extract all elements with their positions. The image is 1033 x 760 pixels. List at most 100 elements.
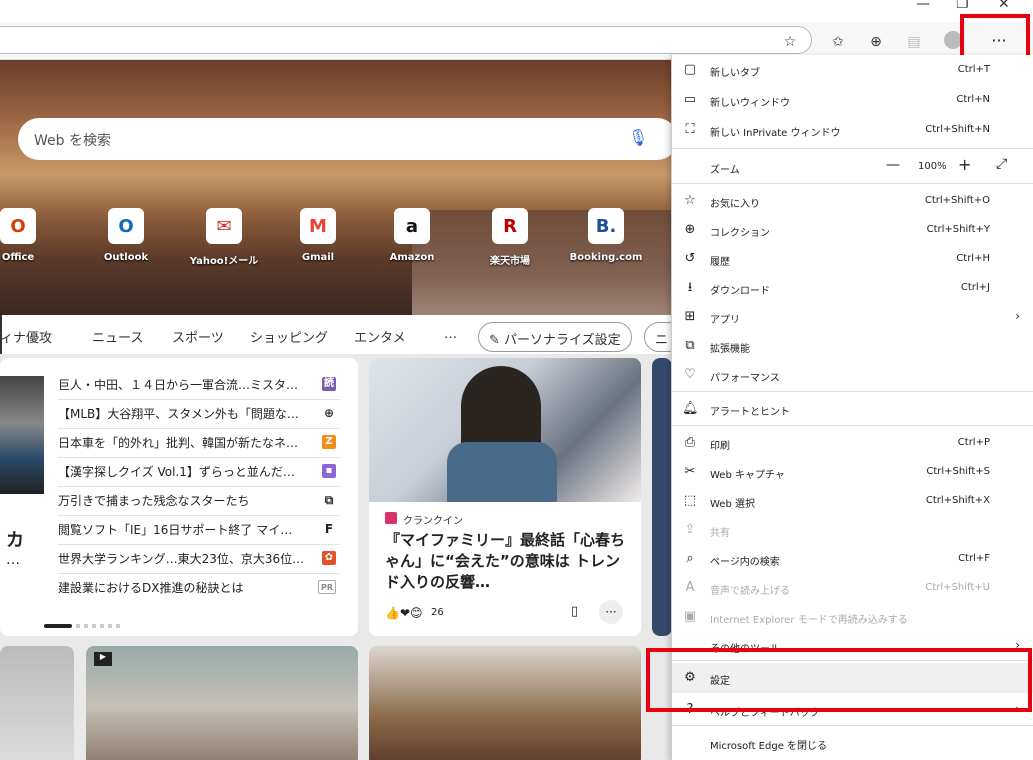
menu-read-aloud[interactable]: A 音声で読み上げる Ctrl+Shift+U <box>672 573 1033 603</box>
tile-logo-icon: O <box>0 208 36 244</box>
menu-web-select[interactable]: ⬚ Web 選択 Ctrl+Shift+X <box>672 486 1033 516</box>
tile-logo-icon: B. <box>588 208 624 244</box>
news-source-icon: Z <box>322 435 336 449</box>
minimize-icon[interactable]: — <box>916 0 930 12</box>
feature-image-shirt <box>447 442 557 502</box>
bottom-card-1[interactable] <box>0 646 74 760</box>
menu-zoom: ズーム — 100% + ⤢ <box>672 152 1033 182</box>
carousel-dots[interactable] <box>76 624 120 628</box>
news-thumbnail[interactable] <box>0 376 44 494</box>
menu-history[interactable]: ↺ 履歴 Ctrl+H <box>672 244 1033 274</box>
news-separator <box>58 573 340 574</box>
quick-link-tile[interactable]: ✉ Yahoo!メール <box>184 208 264 267</box>
bottom-card-fantasy[interactable] <box>369 646 641 760</box>
news-separator <box>58 515 340 516</box>
quick-link-tile[interactable]: R 楽天市場 <box>470 208 550 267</box>
menu-label: ダウンロード <box>710 286 770 297</box>
menu-collections[interactable]: ⊕ コレクション Ctrl+Shift+Y <box>672 215 1033 245</box>
menu-new-tab[interactable]: ▢ 新しいタブ Ctrl+T <box>672 55 1033 85</box>
window-icon: ▭ <box>683 92 697 107</box>
menu-label: 新しいタブ <box>710 68 760 79</box>
menu-find[interactable]: ⌕ ページ内の検索 Ctrl+F <box>672 544 1033 574</box>
collections-icon[interactable]: ⊕ <box>866 32 886 52</box>
news-headline[interactable]: 【MLB】大谷翔平、スタメン外も「問題な… <box>58 405 299 422</box>
news-headline[interactable]: 万引きで捕まった残念なスターたち <box>58 492 250 509</box>
add-favorite-icon[interactable]: ☆ <box>780 32 800 52</box>
search-placeholder: Web を検索 <box>34 133 111 149</box>
menu-ie-mode[interactable]: ▣ Internet Explorer モードで再読み込みする <box>672 602 1033 632</box>
news-separator <box>58 428 340 429</box>
feature-card[interactable]: クランクイン 『マイファミリー』最終話「心春ちゃん」に“会えた”の意味は トレン… <box>369 358 641 636</box>
pencil-icon: ✎ <box>489 333 505 348</box>
close-window-icon[interactable]: ✕ <box>998 0 1010 12</box>
tile-label: Amazon <box>389 252 435 263</box>
news-separator <box>58 544 340 545</box>
menu-apps[interactable]: ⊞ アプリ › <box>672 302 1033 332</box>
feature-image <box>369 358 641 502</box>
menu-share[interactable]: ⇪ 共有 <box>672 515 1033 545</box>
microphone-icon[interactable]: 🎙 <box>628 128 648 147</box>
tile-logo-icon: M <box>300 208 336 244</box>
news-headline[interactable]: 建設業におけるDX推進の秘訣とは <box>58 579 243 596</box>
personalize-button[interactable]: ✎ パーソナライズ設定 <box>478 322 632 352</box>
favorites-icon[interactable]: ✩ <box>828 32 848 52</box>
news-headline[interactable]: 巨人・中田、１４日から一軍合流…ミスタ… <box>58 376 298 393</box>
quick-link-tile[interactable]: O Office <box>0 208 58 263</box>
menu-print[interactable]: ⎙ 印刷 Ctrl+P <box>672 428 1033 458</box>
download-icon: ⭳ <box>687 280 693 295</box>
menu-shortcut: Ctrl+Shift+X <box>925 495 990 506</box>
menu-alerts[interactable]: 🔔︎ アラートとヒント <box>672 394 1033 424</box>
apps-icon: ⊞ <box>684 309 696 324</box>
menu-label: 共有 <box>710 528 730 539</box>
menu-downloads[interactable]: ⭳ ダウンロード Ctrl+J <box>672 273 1033 303</box>
nav-item-sports[interactable]: スポーツ <box>172 327 224 346</box>
menu-shortcut: Ctrl+F <box>958 553 990 564</box>
bookmark-icon[interactable]: ▯ <box>571 604 578 619</box>
menu-label: 新しい InPrivate ウィンドウ <box>710 128 841 139</box>
menu-extensions[interactable]: ⧉ 拡張機能 <box>672 331 1033 361</box>
menu-performance[interactable]: ♡ パフォーマンス <box>672 360 1033 390</box>
menu-new-window[interactable]: ▭ 新しいウィンドウ Ctrl+N <box>672 85 1033 115</box>
quick-link-tile[interactable]: B. Booking.com <box>566 208 646 263</box>
quick-link-tile[interactable]: M Gmail <box>278 208 358 263</box>
menu-close-edge[interactable]: Microsoft Edge を閉じる <box>672 728 1033 758</box>
menu-new-inprivate[interactable]: ⛶ 新しい InPrivate ウィンドウ Ctrl+Shift+N <box>672 115 1033 145</box>
nav-item-news[interactable]: ニュース <box>92 327 143 346</box>
menu-label: Web キャプチャ <box>710 470 785 481</box>
news-source-icon: ⊕ <box>323 406 335 420</box>
menu-separator <box>672 391 1033 392</box>
news-headline[interactable]: 閲覧ソフト「IE」16日サポート終了 マイ… <box>58 521 292 538</box>
extension-icon[interactable]: ▤ <box>904 32 924 52</box>
share-icon: ⇪ <box>684 522 696 537</box>
menu-label: Web 選択 <box>710 499 755 510</box>
news-headline[interactable]: 日本車を「的外れ」批判、韓国が新たなネ… <box>58 434 298 451</box>
news-separator <box>58 457 340 458</box>
carousel-dot-active[interactable] <box>44 624 72 628</box>
news-headline[interactable]: 【漢字探しクイズ Vol.1】ずらっと並んだ… <box>58 463 295 480</box>
fullscreen-icon[interactable]: ⤢ <box>996 156 1007 172</box>
reaction-icons[interactable]: 👍❤😊 <box>385 606 423 620</box>
menu-separator <box>672 725 1033 726</box>
tile-label: Office <box>1 252 35 263</box>
menu-web-capture[interactable]: ✂ Web キャプチャ Ctrl+Shift+S <box>672 457 1033 487</box>
history-icon: ↺ <box>684 251 696 266</box>
nav-item-shopping[interactable]: ショッピング <box>250 327 328 346</box>
quick-link-tile[interactable]: a Amazon <box>372 208 452 263</box>
restore-icon[interactable]: ❐ <box>956 0 969 12</box>
news-headline[interactable]: 世界大学ランキング…東大23位、京大36位… <box>58 550 304 567</box>
bottom-card-restaurant[interactable]: ▶ <box>86 646 358 760</box>
web-search-box[interactable]: Web を検索 🎙 <box>18 118 672 160</box>
feature-title[interactable]: 『マイファミリー』最終話「心春ちゃん」に“会えた”の意味は トレンド入りの反響… <box>385 530 629 596</box>
quick-link-tile[interactable]: O Outlook <box>86 208 166 263</box>
news-source-icon: ⧉ <box>324 493 334 507</box>
nav-item-entertainment[interactable]: エンタメ <box>354 327 406 346</box>
zoom-out-button[interactable]: — <box>886 157 900 173</box>
find-icon: ⌕ <box>686 551 694 566</box>
nav-item[interactable]: ィナ優攻 <box>0 327 52 346</box>
zoom-in-button[interactable]: + <box>958 155 971 174</box>
menu-favorites[interactable]: ☆ お気に入り Ctrl+Shift+O <box>672 186 1033 216</box>
address-bar[interactable] <box>0 26 812 54</box>
nav-more[interactable]: … <box>444 327 457 342</box>
card-more-icon[interactable]: ··· <box>599 600 623 624</box>
partial-card[interactable] <box>652 358 672 636</box>
